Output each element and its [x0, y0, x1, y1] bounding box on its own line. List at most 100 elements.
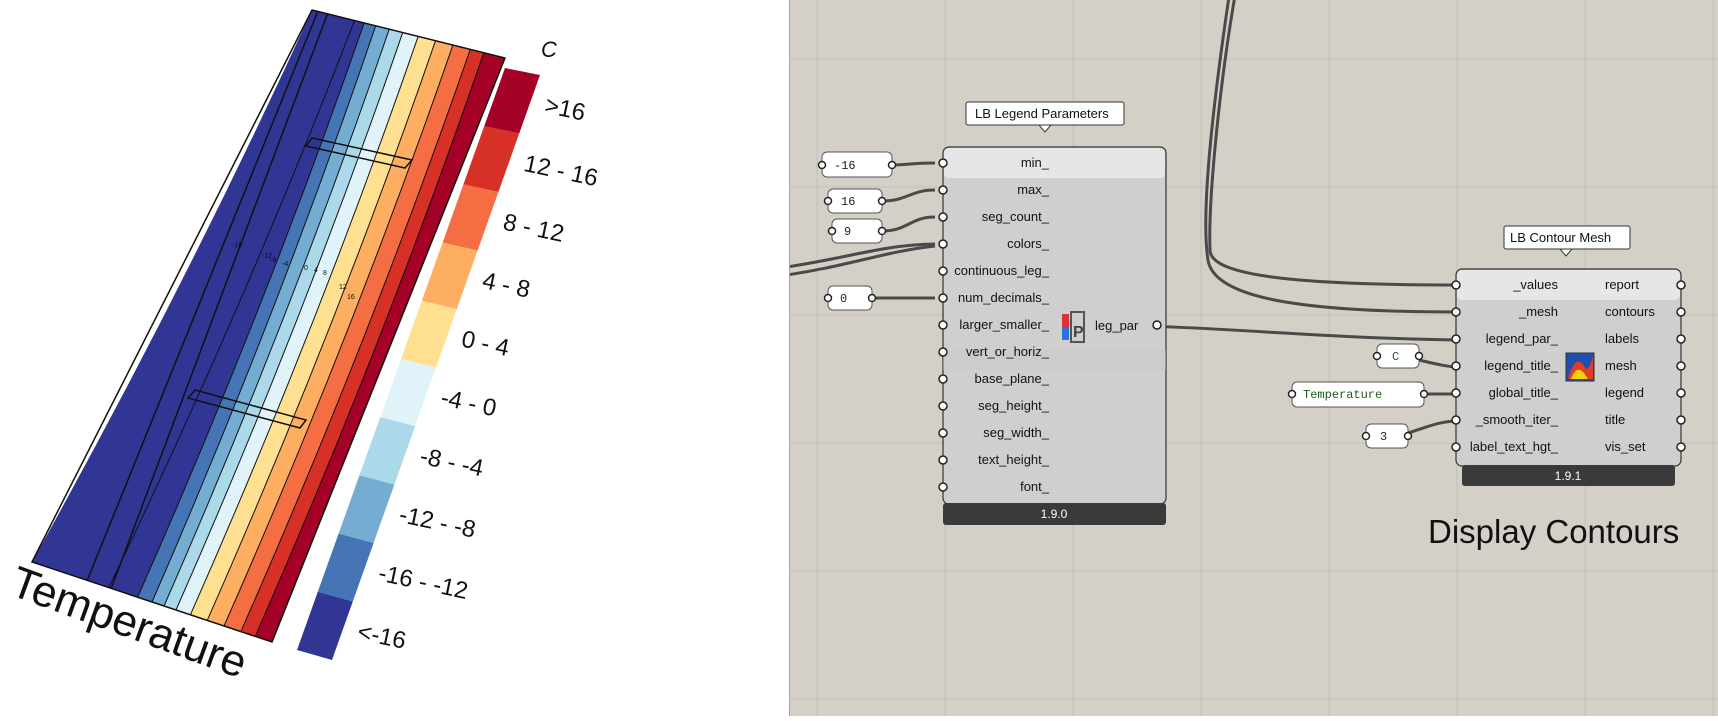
wire-colors-a[interactable] — [790, 242, 936, 268]
input-colors[interactable]: colors_ — [1007, 236, 1050, 251]
panel-global-title[interactable]: Temperature — [1287, 381, 1429, 408]
input-global-title[interactable]: global_title_ — [1489, 385, 1559, 400]
legend-label: 4 - 8 — [480, 267, 533, 303]
output-grip[interactable] — [1676, 361, 1686, 371]
legend-unit: C — [541, 37, 557, 62]
input-legend-title[interactable]: legend_title_ — [1484, 358, 1558, 373]
panel-legend-title[interactable]: C — [1372, 343, 1424, 369]
input-smooth-iter[interactable]: _smooth_iter_ — [1475, 412, 1559, 427]
legend-swatch — [380, 359, 436, 426]
contour-visualization-viewport: -16 -12 -8 -4 0 4 8 12 16 C >16 12 - 16 8 - 12 4 - … — [0, 0, 790, 716]
output-labels[interactable]: labels — [1605, 331, 1639, 346]
contour-value-label: -8 — [270, 257, 276, 264]
input-vert-or-horiz[interactable]: vert_or_horiz_ — [966, 344, 1050, 359]
input-grip[interactable] — [938, 212, 948, 222]
panel-smooth-iter[interactable]: 3 — [1361, 423, 1413, 449]
input-max[interactable]: max_ — [1017, 182, 1050, 197]
output-mesh[interactable]: mesh — [1605, 358, 1637, 373]
output-grip[interactable] — [1676, 334, 1686, 344]
input-base-plane[interactable]: base_plane_ — [975, 371, 1050, 386]
output-grip-leg-par[interactable] — [1152, 320, 1162, 330]
legend-swatch — [401, 300, 457, 368]
contour-value-label: 4 — [314, 267, 318, 274]
panel-legend-title-value: C — [1392, 350, 1399, 364]
input-grip[interactable] — [1451, 442, 1461, 452]
output-legend[interactable]: legend — [1605, 385, 1644, 400]
input-grip[interactable] — [1451, 361, 1461, 371]
contour-value-label: -16 — [232, 242, 242, 249]
input-mesh[interactable]: _mesh — [1518, 304, 1558, 319]
output-grip[interactable] — [1676, 388, 1686, 398]
input-grip[interactable] — [938, 185, 948, 195]
output-grip[interactable] — [1676, 415, 1686, 425]
input-seg-width[interactable]: seg_width_ — [983, 425, 1050, 440]
output-leg-par[interactable]: leg_par — [1095, 318, 1139, 333]
component-title: LB Legend Parameters — [975, 106, 1109, 121]
group-label: Display Contours — [1428, 513, 1679, 550]
output-grip[interactable] — [1676, 280, 1686, 290]
input-legend-par[interactable]: legend_par_ — [1486, 331, 1559, 346]
legend-label: -4 - 0 — [438, 384, 498, 422]
legend-label: 12 - 16 — [522, 150, 601, 192]
contour-value-label: -4 — [282, 261, 288, 268]
input-grip[interactable] — [938, 293, 948, 303]
input-values[interactable]: _values — [1512, 277, 1558, 292]
input-font[interactable]: font_ — [1020, 479, 1050, 494]
input-grip[interactable] — [938, 347, 948, 357]
input-grip[interactable] — [1451, 415, 1461, 425]
output-contours[interactable]: contours — [1605, 304, 1655, 319]
input-grip[interactable] — [1451, 334, 1461, 344]
input-grip[interactable] — [1451, 280, 1461, 290]
input-min[interactable]: min_ — [1021, 155, 1050, 170]
legend-label: -12 - -8 — [397, 501, 478, 543]
canvas-graph[interactable]: Display Contours -16 16 9 0 C Temperatur… — [790, 0, 1718, 716]
input-grip[interactable] — [938, 266, 948, 276]
panel-seg-count[interactable]: 9 — [827, 218, 887, 244]
component-lb-contour-mesh[interactable]: LB Contour Mesh _values_meshlegend_par_l… — [1451, 225, 1686, 486]
wire-values[interactable] — [1208, 0, 1459, 287]
wire-seg-count[interactable] — [881, 215, 936, 233]
output-grip[interactable] — [1676, 442, 1686, 452]
legend-swatch — [359, 417, 416, 485]
input-grip[interactable] — [938, 158, 948, 168]
input-grip[interactable] — [1451, 388, 1461, 398]
input-grip[interactable] — [938, 455, 948, 465]
panel-min[interactable]: -16 — [817, 151, 897, 178]
wire-max[interactable] — [881, 188, 936, 203]
input-label-text-hgt[interactable]: label_text_hgt_ — [1470, 439, 1559, 454]
legend-label: 8 - 12 — [501, 209, 567, 248]
component-version: 1.9.0 — [1041, 507, 1068, 521]
input-text-height[interactable]: text_height_ — [978, 452, 1050, 467]
panel-num-decimals[interactable]: 0 — [823, 285, 877, 311]
input-larger-smaller[interactable]: larger_smaller_ — [959, 317, 1049, 332]
panel-max[interactable]: 16 — [823, 188, 887, 214]
output-title[interactable]: title — [1605, 412, 1625, 427]
wire-min[interactable] — [891, 161, 936, 167]
component-lb-legend-parameters[interactable]: LB Legend Parameters min_ max_ seg_count_c… — [938, 101, 1167, 525]
grasshopper-canvas[interactable]: Display Contours -16 16 9 0 C Temperatur… — [790, 0, 1718, 716]
legend-swatch — [317, 533, 374, 602]
panel-smooth-iter-value: 3 — [1380, 430, 1387, 444]
input-grip[interactable] — [1451, 307, 1461, 317]
svg-text:P: P — [1073, 324, 1084, 341]
legend-label: <-16 — [355, 618, 408, 655]
input-grip[interactable] — [938, 239, 948, 249]
input-seg-count[interactable]: seg_count_ — [982, 209, 1050, 224]
wire-colors-b[interactable] — [790, 244, 936, 276]
input-continuous-leg[interactable]: continuous_leg_ — [954, 263, 1049, 278]
input-grip[interactable] — [938, 401, 948, 411]
output-report[interactable]: report — [1605, 277, 1639, 292]
output-grip[interactable] — [1676, 307, 1686, 317]
input-seg-height[interactable]: seg_height_ — [978, 398, 1050, 413]
input-grip[interactable] — [938, 374, 948, 384]
group-label-display-contours[interactable]: Display Contours — [1428, 513, 1679, 550]
legend-label: 0 - 4 — [459, 326, 512, 362]
input-num-decimals[interactable]: num_decimals_ — [958, 290, 1050, 305]
input-grip[interactable] — [938, 482, 948, 492]
output-vis-set[interactable]: vis_set — [1605, 439, 1646, 454]
input-grip[interactable] — [938, 428, 948, 438]
wire-mesh[interactable] — [1204, 0, 1459, 314]
input-grip[interactable] — [938, 320, 948, 330]
contour-value-label: 16 — [347, 294, 355, 301]
contour-value-label: 8 — [323, 270, 327, 277]
